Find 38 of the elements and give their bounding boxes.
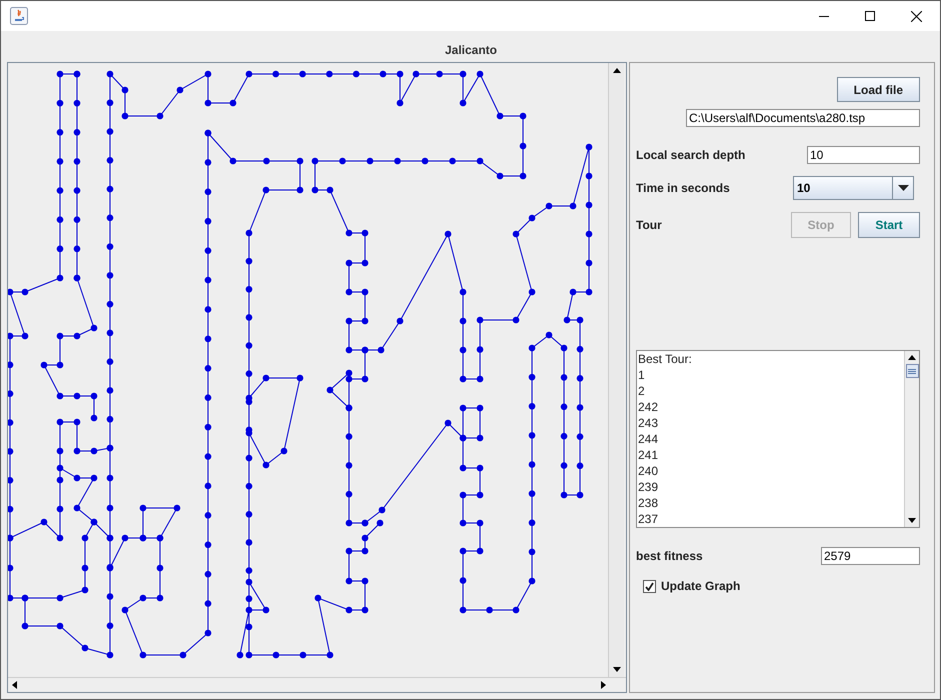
scroll-left-icon[interactable] <box>12 681 17 689</box>
best-fitness-label: best fitness <box>636 549 703 563</box>
update-graph-checkbox[interactable] <box>643 580 656 592</box>
best-fitness-field[interactable]: 2579 <box>821 547 920 565</box>
list-item: 240 <box>638 463 660 479</box>
scroll-up-icon[interactable] <box>908 355 916 360</box>
time-label: Time in seconds <box>636 181 730 195</box>
list-scrollbar[interactable] <box>904 351 919 527</box>
horizontal-scrollbar[interactable] <box>8 677 626 692</box>
search-depth-label: Local search depth <box>636 148 746 162</box>
file-path-field[interactable]: C:\Users\alf\Documents\a280.tsp <box>686 109 920 127</box>
tour-label: Tour <box>636 218 662 232</box>
caret-icon <box>898 185 908 191</box>
vertical-scrollbar[interactable] <box>608 63 624 677</box>
maximize-icon[interactable] <box>865 11 875 21</box>
scroll-up-icon[interactable] <box>612 68 620 73</box>
list-item: 241 <box>638 447 660 463</box>
list-item: 238 <box>638 495 660 511</box>
list-item: 242 <box>638 399 660 415</box>
list-item: 237 <box>638 511 660 527</box>
scroll-down-icon[interactable] <box>612 667 620 672</box>
load-file-button[interactable]: Load file <box>836 77 920 102</box>
list-item: 2 <box>638 383 646 399</box>
grip-icon <box>908 368 916 374</box>
scroll-thumb[interactable] <box>906 364 918 378</box>
panel-title: Jalicanto <box>444 42 498 59</box>
list-item: 243 <box>638 415 660 431</box>
list-item: 244 <box>638 431 660 447</box>
search-depth-field[interactable]: 10 <box>807 146 920 164</box>
list-item: Best Tour: <box>638 351 693 367</box>
scroll-right-icon[interactable] <box>601 681 606 689</box>
close-icon[interactable] <box>911 10 922 22</box>
update-graph-label[interactable]: Update Graph <box>661 579 740 593</box>
scroll-down-icon[interactable] <box>908 518 916 523</box>
tour-button[interactable]: Start <box>858 212 920 238</box>
time-dropdown[interactable]: 10 <box>793 176 914 200</box>
list-item: 239 <box>638 479 660 495</box>
list-item: 1 <box>638 367 646 383</box>
